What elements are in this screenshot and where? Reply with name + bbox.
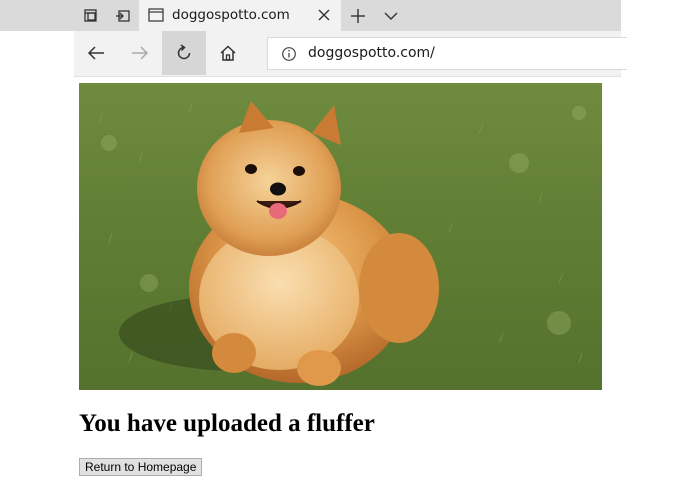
- restore-tabs-icon: [116, 9, 130, 22]
- forward-button[interactable]: [118, 31, 162, 75]
- pomeranian-illustration: [79, 83, 602, 390]
- tab-title: doggospotto.com: [172, 7, 290, 23]
- address-bar[interactable]: doggospotto.com/: [267, 37, 627, 70]
- restore-tabs-button[interactable]: [106, 0, 140, 31]
- url-text[interactable]: doggospotto.com/: [308, 45, 435, 61]
- tab-strip: doggospotto.com: [0, 0, 695, 31]
- tabs-aside-button[interactable]: [74, 0, 108, 31]
- back-arrow-icon: [87, 46, 104, 60]
- tabs-aside-icon: [84, 8, 97, 22]
- uploaded-dog-image: [79, 83, 602, 390]
- chevron-down-icon: [384, 12, 398, 20]
- forward-arrow-icon: [132, 46, 149, 60]
- refresh-button[interactable]: [162, 31, 206, 75]
- plus-icon: [351, 8, 365, 23]
- navigation-bar: doggospotto.com/: [74, 31, 627, 77]
- refresh-icon: [177, 44, 191, 60]
- window-left-margin: [0, 31, 74, 494]
- back-button[interactable]: [74, 31, 118, 75]
- page-icon: [148, 8, 164, 22]
- close-icon[interactable]: [316, 7, 332, 23]
- page-heading: You have uploaded a fluffer: [79, 410, 375, 437]
- home-icon: [220, 45, 236, 61]
- home-button[interactable]: [206, 31, 250, 75]
- new-tab-button[interactable]: [342, 0, 374, 31]
- info-icon[interactable]: [281, 46, 297, 62]
- tab-doggospotto[interactable]: doggospotto.com: [139, 0, 341, 31]
- return-to-homepage-button[interactable]: Return to Homepage: [79, 458, 203, 476]
- tab-list-button[interactable]: [375, 0, 407, 31]
- window-right-margin: [621, 0, 695, 31]
